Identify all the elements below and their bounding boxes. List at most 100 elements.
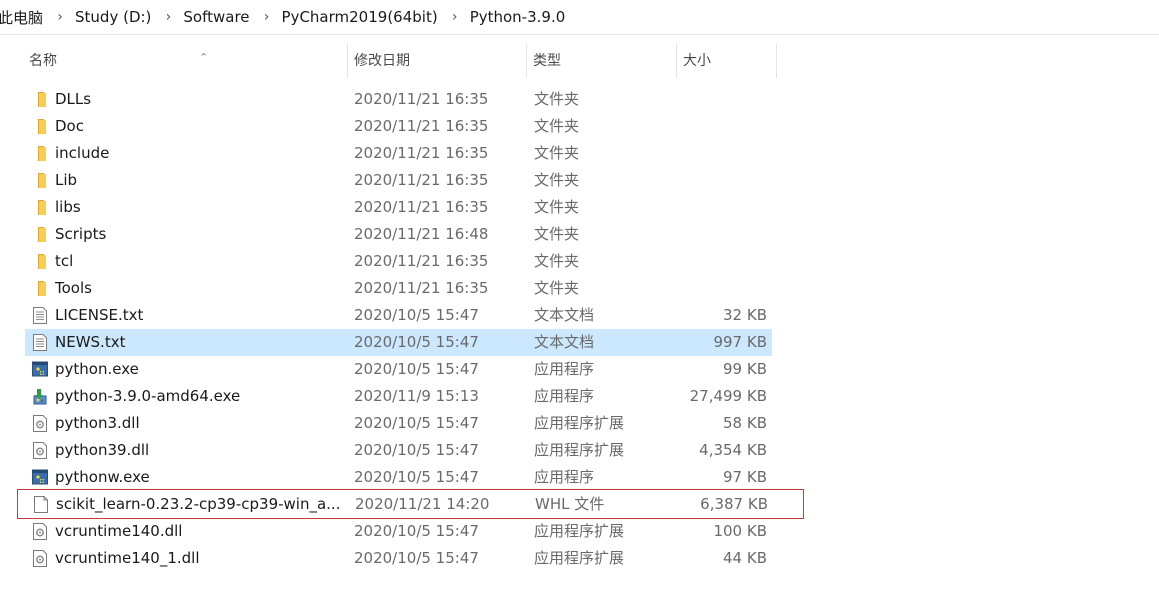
- file-row[interactable]: python3.dll 2020/10/5 15:47 应用程序扩展 58 KB: [25, 410, 772, 437]
- file-date: 2020/10/5 15:47: [354, 414, 479, 432]
- file-row[interactable]: Scripts 2020/11/21 16:48 文件夹: [25, 221, 772, 248]
- file-row[interactable]: Tools 2020/11/21 16:35 文件夹: [25, 275, 772, 302]
- chevron-right-icon[interactable]: ›: [442, 9, 468, 25]
- file-size: [635, 140, 767, 167]
- column-header-date[interactable]: 修改日期: [348, 44, 527, 78]
- file-row[interactable]: vcruntime140.dll 2020/10/5 15:47 应用程序扩展 100…: [25, 518, 772, 545]
- file-row[interactable]: DLLs 2020/11/21 16:35 文件夹: [25, 86, 772, 113]
- file-date: 2020/11/21 16:35: [354, 171, 489, 189]
- file-size: 44 KB: [723, 549, 767, 567]
- file-date: 2020/10/5 15:47: [354, 441, 479, 459]
- file-date: 2020/10/5 15:47: [354, 360, 479, 378]
- file-date: 2020/11/21 16:48: [354, 225, 489, 243]
- file-row[interactable]: include 2020/11/21 16:35 文件夹: [25, 140, 772, 167]
- file-date: 2020/11/21 14:20: [355, 495, 490, 513]
- chevron-right-icon[interactable]: ›: [47, 9, 73, 25]
- file-date: 2020/11/21 16:35: [354, 117, 489, 135]
- file-row[interactable]: scikit_learn-0.23.2-cp39-cp39-win_a... 20…: [17, 489, 804, 519]
- file-name: LICENSE.txt: [55, 306, 144, 324]
- file-size: [635, 275, 767, 302]
- file-row[interactable]: Lib 2020/11/21 16:35 文件夹: [25, 167, 772, 194]
- file-row[interactable]: tcl 2020/11/21 16:35 文件夹: [25, 248, 772, 275]
- file-size: [635, 167, 767, 194]
- file-size: 100 KB: [713, 522, 767, 540]
- file-date: 2020/11/21 16:35: [354, 252, 489, 270]
- file-name: Doc: [55, 117, 84, 135]
- file-size: 32 KB: [723, 306, 767, 324]
- file-date: 2020/11/21 16:35: [354, 198, 489, 216]
- breadcrumb-study-drive[interactable]: Study (D:): [71, 8, 155, 26]
- file-date: 2020/11/9 15:13: [354, 387, 479, 405]
- file-row[interactable]: python-3.9.0-amd64.exe 2020/11/9 15:13 应用程…: [25, 383, 772, 410]
- chevron-right-icon[interactable]: ›: [155, 9, 181, 25]
- dll-file-icon: [31, 549, 49, 568]
- file-row[interactable]: vcruntime140_1.dll 2020/10/5 15:47 应用程序扩展 4…: [25, 545, 772, 572]
- folder-icon: [31, 90, 49, 109]
- column-header-type[interactable]: 类型: [527, 44, 677, 78]
- file-size: [635, 221, 767, 248]
- folder-icon: [31, 225, 49, 244]
- file-size: 99 KB: [723, 360, 767, 378]
- dll-file-icon: [31, 522, 49, 541]
- folder-icon: [31, 117, 49, 136]
- file-row[interactable]: pythonw.exe 2020/10/5 15:47 应用程序 97 KB: [25, 464, 772, 491]
- file-size: 27,499 KB: [689, 387, 767, 405]
- file-row[interactable]: NEWS.txt 2020/10/5 15:47 文本文档 997 KB: [25, 329, 772, 356]
- file-name: vcruntime140_1.dll: [55, 549, 200, 567]
- file-name: Scripts: [55, 225, 107, 243]
- dll-file-icon: [31, 441, 49, 460]
- chevron-right-icon[interactable]: ›: [254, 9, 280, 25]
- folder-icon: [31, 279, 49, 298]
- breadcrumb-python[interactable]: Python-3.9.0: [466, 8, 570, 26]
- blank-file-icon: [32, 495, 50, 514]
- folder-icon: [31, 171, 49, 190]
- file-name: tcl: [55, 252, 74, 270]
- folder-icon: [31, 252, 49, 271]
- file-date: 2020/11/21 16:35: [354, 90, 489, 108]
- file-name: pythonw.exe: [55, 468, 150, 486]
- file-size: 97 KB: [723, 468, 767, 486]
- file-row[interactable]: LICENSE.txt 2020/10/5 15:47 文本文档 32 KB: [25, 302, 772, 329]
- column-header-name[interactable]: 名称 ⌃: [23, 44, 348, 78]
- sort-ascending-icon: ⌃: [199, 51, 209, 64]
- file-row[interactable]: Doc 2020/11/21 16:35 文件夹: [25, 113, 772, 140]
- file-name: Tools: [55, 279, 92, 297]
- breadcrumb-software[interactable]: Software: [179, 8, 253, 26]
- file-size: 4,354 KB: [699, 441, 767, 459]
- file-name: Lib: [55, 171, 78, 189]
- column-header-size[interactable]: 大小: [677, 44, 777, 78]
- file-name: scikit_learn-0.23.2-cp39-cp39-win_a...: [56, 495, 341, 513]
- dll-file-icon: [31, 414, 49, 433]
- file-name: include: [55, 144, 110, 162]
- file-size: 6,387 KB: [700, 495, 768, 513]
- file-name: python-3.9.0-amd64.exe: [55, 387, 241, 405]
- file-date: 2020/10/5 15:47: [354, 549, 479, 567]
- address-bar[interactable]: 此电脑 › Study (D:) › Software › PyCharm201…: [0, 0, 1159, 35]
- file-row[interactable]: libs 2020/11/21 16:35 文件夹: [25, 194, 772, 221]
- file-name: NEWS.txt: [55, 333, 126, 351]
- file-size: 58 KB: [723, 414, 767, 432]
- folder-icon: [31, 198, 49, 217]
- file-name: vcruntime140.dll: [55, 522, 183, 540]
- file-name: libs: [55, 198, 81, 216]
- folder-icon: [31, 144, 49, 163]
- file-row[interactable]: python39.dll 2020/10/5 15:47 应用程序扩展 4,354 K…: [25, 437, 772, 464]
- file-date: 2020/10/5 15:47: [354, 306, 479, 324]
- breadcrumb-this-pc[interactable]: 此电脑: [0, 7, 47, 28]
- file-name: python39.dll: [55, 441, 150, 459]
- file-date: 2020/10/5 15:47: [354, 333, 479, 351]
- breadcrumb-pycharm[interactable]: PyCharm2019(64bit): [278, 8, 442, 26]
- file-date: 2020/10/5 15:47: [354, 468, 479, 486]
- file-row[interactable]: python.exe 2020/10/5 15:47 应用程序 99 KB: [25, 356, 772, 383]
- installer-icon: [31, 387, 49, 406]
- text-file-icon: [31, 306, 49, 325]
- python-exe-icon: [31, 468, 49, 487]
- file-date: 2020/11/21 16:35: [354, 144, 489, 162]
- column-header: 名称 ⌃ 修改日期 类型 大小: [0, 44, 1159, 78]
- file-date: 2020/10/5 15:47: [354, 522, 479, 540]
- file-size: [635, 86, 767, 113]
- file-date: 2020/11/21 16:35: [354, 279, 489, 297]
- file-name: python3.dll: [55, 414, 140, 432]
- file-name: DLLs: [55, 90, 92, 108]
- file-size: [635, 194, 767, 221]
